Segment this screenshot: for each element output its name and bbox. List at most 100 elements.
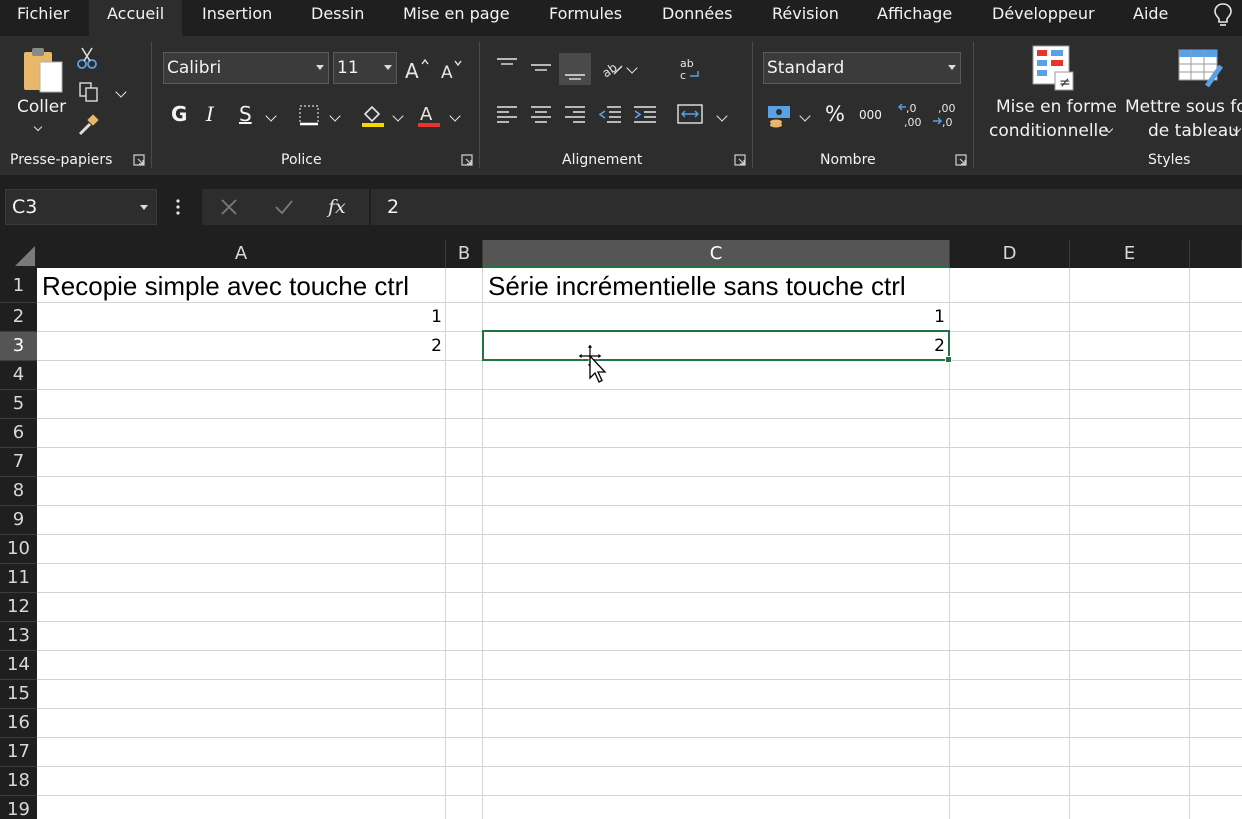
comma-style-button[interactable]: 000 xyxy=(859,108,882,122)
conditional-formatting-button[interactable]: Mise en forme xyxy=(996,97,1117,117)
merge-center-icon[interactable] xyxy=(676,102,704,126)
align-bottom-button[interactable] xyxy=(559,53,591,85)
cell-a1[interactable]: Recopie simple avec touche ctrl xyxy=(42,271,409,302)
select-all-corner[interactable] xyxy=(0,240,37,268)
copy-dropdown-icon[interactable] xyxy=(115,86,127,98)
row-header-16[interactable]: 16 xyxy=(0,709,37,738)
increase-indent-icon[interactable] xyxy=(632,104,658,126)
row-header-2[interactable]: 2 xyxy=(0,303,37,332)
name-box[interactable]: C3 xyxy=(5,189,157,225)
alignment-launcher-icon[interactable] xyxy=(734,154,746,166)
align-middle-icon[interactable] xyxy=(529,56,553,78)
underline-dropdown-icon[interactable] xyxy=(265,110,277,122)
copy-icon[interactable] xyxy=(78,81,100,103)
cell-c2[interactable]: 1 xyxy=(880,307,945,327)
format-as-table-label-2[interactable]: de tableau xyxy=(1148,121,1239,141)
enter-icon[interactable] xyxy=(274,198,294,216)
row-header-1[interactable]: 1 xyxy=(0,268,37,303)
accounting-format-icon[interactable] xyxy=(766,102,794,128)
number-launcher-icon[interactable] xyxy=(955,154,967,166)
tab-review[interactable]: Révision xyxy=(772,0,839,36)
font-name-combo[interactable]: Calibri xyxy=(163,52,329,84)
column-header-d[interactable]: D xyxy=(950,240,1070,268)
decrease-indent-icon[interactable] xyxy=(597,104,623,126)
clipboard-launcher-icon[interactable] xyxy=(133,154,145,166)
conditional-formatting-label-2[interactable]: conditionnelle xyxy=(989,121,1109,141)
fill-handle[interactable] xyxy=(945,356,952,363)
font-launcher-icon[interactable] xyxy=(461,154,473,166)
cell-c1[interactable]: Série incrémentielle sans touche ctrl xyxy=(488,271,906,302)
bold-button[interactable]: G xyxy=(171,102,187,126)
tab-insert[interactable]: Insertion xyxy=(202,0,272,36)
cut-icon[interactable] xyxy=(76,46,98,70)
conditional-formatting-icon[interactable]: ≠ xyxy=(1031,44,1077,92)
tab-developer[interactable]: Développeur xyxy=(992,0,1095,36)
align-left-icon[interactable] xyxy=(495,104,519,126)
row-header-5[interactable]: 5 xyxy=(0,390,37,419)
more-options-icon[interactable] xyxy=(174,197,182,217)
orientation-dropdown-icon[interactable] xyxy=(626,62,638,74)
tab-draw[interactable]: Dessin xyxy=(311,0,364,36)
merge-dropdown-icon[interactable] xyxy=(716,110,728,122)
row-header-13[interactable]: 13 xyxy=(0,622,37,651)
row-header-10[interactable]: 10 xyxy=(0,535,37,564)
column-header-e[interactable]: E xyxy=(1070,240,1190,268)
column-header-f[interactable] xyxy=(1190,240,1242,268)
number-format-combo[interactable]: Standard xyxy=(763,52,961,84)
row-header-6[interactable]: 6 xyxy=(0,419,37,448)
row-header-15[interactable]: 15 xyxy=(0,680,37,709)
row-header-8[interactable]: 8 xyxy=(0,477,37,506)
insert-function-icon[interactable]: fx xyxy=(326,195,352,219)
align-center-icon[interactable] xyxy=(529,104,553,126)
column-header-a[interactable]: A xyxy=(37,240,446,268)
tab-file[interactable]: Fichier xyxy=(17,0,69,36)
format-painter-icon[interactable] xyxy=(76,114,100,136)
row-header-17[interactable]: 17 xyxy=(0,738,37,767)
row-header-14[interactable]: 14 xyxy=(0,651,37,680)
lightbulb-icon[interactable] xyxy=(1212,2,1234,28)
column-header-b[interactable]: B xyxy=(446,240,483,268)
borders-icon[interactable] xyxy=(298,104,320,126)
wrap-text-icon[interactable]: ab c xyxy=(678,56,702,82)
underline-button[interactable]: S xyxy=(239,102,252,126)
format-as-table-icon[interactable] xyxy=(1177,46,1225,92)
row-header-11[interactable]: 11 xyxy=(0,564,37,593)
font-color-dropdown-icon[interactable] xyxy=(449,110,461,122)
row-header-3[interactable]: 3 xyxy=(0,332,37,361)
cell-a2[interactable]: 1 xyxy=(380,307,442,327)
increase-font-size-icon[interactable]: A xyxy=(404,56,430,82)
cancel-icon[interactable] xyxy=(220,198,238,216)
fill-color-icon[interactable] xyxy=(360,102,386,128)
tab-page-layout[interactable]: Mise en page xyxy=(403,0,510,36)
format-as-table-button[interactable]: Mettre sous fo xyxy=(1125,97,1242,117)
paste-icon[interactable] xyxy=(22,46,66,96)
font-size-combo[interactable]: 11 xyxy=(333,52,397,84)
tab-formulas[interactable]: Formules xyxy=(549,0,622,36)
column-header-c[interactable]: C xyxy=(483,240,950,268)
increase-decimal-icon[interactable]: ,0 ,00 xyxy=(898,100,926,130)
decrease-decimal-icon[interactable]: ,00 ,0 xyxy=(932,100,960,130)
row-header-7[interactable]: 7 xyxy=(0,448,37,477)
align-right-icon[interactable] xyxy=(563,104,587,126)
tab-home[interactable]: Accueil xyxy=(89,0,183,36)
cell-a3[interactable]: 2 xyxy=(380,336,442,356)
tab-data[interactable]: Données xyxy=(662,0,732,36)
decrease-font-size-icon[interactable]: A xyxy=(440,58,464,82)
paste-dropdown-icon[interactable] xyxy=(33,122,43,132)
borders-dropdown-icon[interactable] xyxy=(329,110,341,122)
font-color-icon[interactable]: A xyxy=(416,102,442,128)
row-header-12[interactable]: 12 xyxy=(0,593,37,622)
align-top-icon[interactable] xyxy=(495,56,519,78)
text-orientation-icon[interactable]: ab xyxy=(600,56,626,80)
tab-view[interactable]: Affichage xyxy=(877,0,952,36)
row-header-18[interactable]: 18 xyxy=(0,767,37,796)
percent-style-button[interactable]: % xyxy=(825,102,845,126)
italic-button[interactable]: I xyxy=(206,102,214,126)
row-header-4[interactable]: 4 xyxy=(0,361,37,390)
paste-button[interactable]: Coller xyxy=(17,97,66,117)
row-header-19[interactable]: 19 xyxy=(0,796,37,819)
accounting-dropdown-icon[interactable] xyxy=(799,110,811,122)
fill-color-dropdown-icon[interactable] xyxy=(392,110,404,122)
cell-c3[interactable]: 2 xyxy=(880,336,945,356)
formula-input[interactable]: 2 xyxy=(371,189,1242,225)
